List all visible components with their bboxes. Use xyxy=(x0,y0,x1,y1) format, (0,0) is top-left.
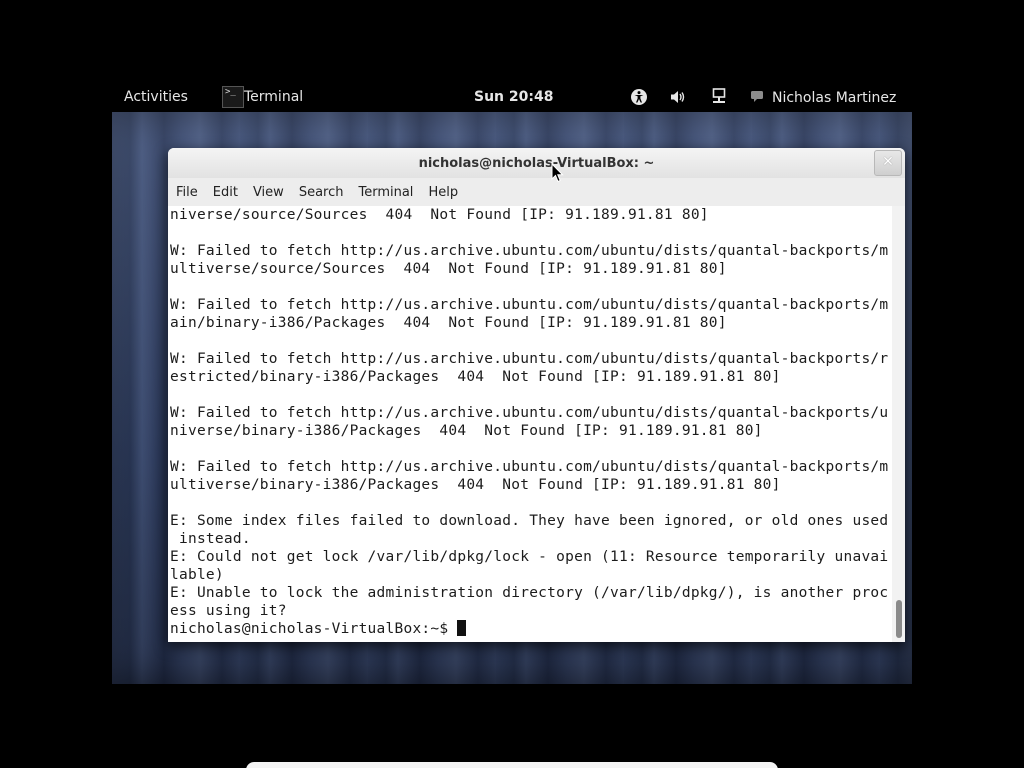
window-titlebar[interactable]: nicholas@nicholas-VirtualBox: ~ ✕ xyxy=(168,148,905,178)
terminal-window[interactable]: nicholas@nicholas-VirtualBox: ~ ✕ File E… xyxy=(168,148,905,642)
clock[interactable]: Sun 20:48 xyxy=(474,89,553,105)
terminal-line: niverse/source/Sources 404 Not Found [IP… xyxy=(170,207,709,223)
terminal-line: W: Failed to fetch http://us.archive.ubu… xyxy=(170,351,889,367)
scrollbar[interactable] xyxy=(892,206,905,642)
window-title: nicholas@nicholas-VirtualBox: ~ xyxy=(418,156,655,171)
terminal-line: instead. xyxy=(170,531,251,547)
volume-icon[interactable] xyxy=(669,88,687,110)
close-button[interactable]: ✕ xyxy=(874,150,902,176)
text-cursor xyxy=(457,620,467,636)
shell-prompt: nicholas@nicholas-VirtualBox:~$ xyxy=(170,621,458,637)
terminal-line: E: Some index files failed to download. … xyxy=(170,513,889,529)
terminal-line: E: Could not get lock /var/lib/dpkg/lock… xyxy=(170,549,889,565)
terminal-app-icon: >_ xyxy=(222,86,244,108)
menubar: File Edit View Search Terminal Help xyxy=(168,178,905,206)
screen: Activities >_ Terminal Sun 20:48 Nichola… xyxy=(0,0,1024,768)
menu-help[interactable]: Help xyxy=(420,185,465,200)
terminal-output-text: niverse/source/Sources 404 Not Found [IP… xyxy=(168,206,892,620)
terminal-line: W: Failed to fetch http://us.archive.ubu… xyxy=(170,405,889,421)
terminal-prompt-line[interactable]: nicholas@nicholas-VirtualBox:~$ xyxy=(168,620,892,638)
user-menu[interactable]: Nicholas Martinez xyxy=(750,89,896,107)
menu-search[interactable]: Search xyxy=(291,185,351,200)
app-menu-label: Terminal xyxy=(244,89,304,105)
accessibility-icon[interactable] xyxy=(630,88,648,110)
message-tray-edge xyxy=(246,762,778,768)
terminal-line: estricted/binary-i386/Packages 404 Not F… xyxy=(170,369,781,385)
terminal-line: niverse/binary-i386/Packages 404 Not Fou… xyxy=(170,423,763,439)
activities-button[interactable]: Activities xyxy=(124,89,188,105)
terminal-line: E: Unable to lock the administration dir… xyxy=(170,585,889,601)
terminal-line: W: Failed to fetch http://us.archive.ubu… xyxy=(170,297,889,313)
menu-view[interactable]: View xyxy=(245,185,291,200)
network-icon[interactable] xyxy=(710,87,728,111)
terminal-line: ain/binary-i386/Packages 404 Not Found [… xyxy=(170,315,727,331)
terminal-line: W: Failed to fetch http://us.archive.ubu… xyxy=(170,243,889,259)
app-menu-terminal[interactable]: >_ Terminal xyxy=(222,84,303,110)
user-name: Nicholas Martinez xyxy=(772,90,897,106)
terminal-line: lable) xyxy=(170,567,224,583)
menu-terminal[interactable]: Terminal xyxy=(350,185,420,200)
terminal-line: ultiverse/source/Sources 404 Not Found [… xyxy=(170,261,727,277)
top-panel: Activities >_ Terminal Sun 20:48 Nichola… xyxy=(112,84,912,112)
terminal-line: W: Failed to fetch http://us.archive.ubu… xyxy=(170,459,889,475)
terminal-output[interactable]: niverse/source/Sources 404 Not Found [IP… xyxy=(168,206,892,642)
terminal-line: ess using it? xyxy=(170,603,287,619)
chat-status-icon xyxy=(750,89,766,107)
scrollbar-thumb[interactable] xyxy=(896,600,902,638)
menu-file[interactable]: File xyxy=(168,185,205,200)
mouse-pointer-icon xyxy=(551,163,564,183)
terminal-line: ultiverse/binary-i386/Packages 404 Not F… xyxy=(170,477,781,493)
menu-edit[interactable]: Edit xyxy=(205,185,245,200)
close-icon: ✕ xyxy=(882,154,894,170)
